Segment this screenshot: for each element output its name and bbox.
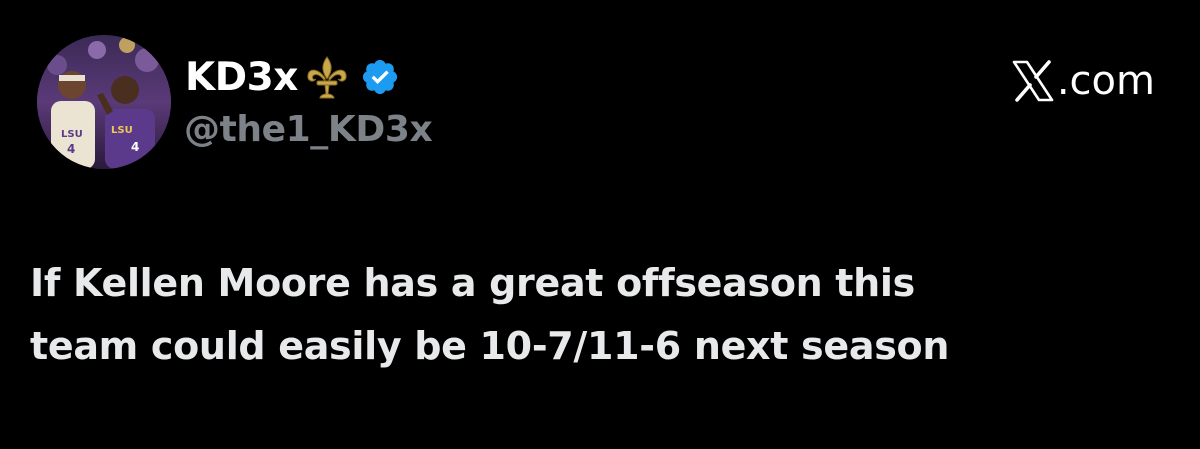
tweet-card: LSU 4 LSU 4 KD3x @the1_KD3x .com If Kell… xyxy=(0,0,1200,449)
tweet-line-2: team could easily be 10-7/11-6 next seas… xyxy=(30,324,950,368)
verified-badge-icon xyxy=(360,57,400,97)
svg-text:4: 4 xyxy=(67,142,75,156)
tweet-text: If Kellen Moore has a great offseason th… xyxy=(30,252,1170,378)
x-logo-icon xyxy=(1011,60,1055,102)
svg-text:4: 4 xyxy=(131,140,139,154)
brand-domain-text: .com xyxy=(1056,58,1155,104)
author-handle[interactable]: @the1_KD3x xyxy=(184,112,433,148)
tweet-line-1: If Kellen Moore has a great offseason th… xyxy=(30,261,915,305)
svg-text:LSU: LSU xyxy=(111,125,133,136)
svg-text:LSU: LSU xyxy=(61,129,83,140)
avatar[interactable]: LSU 4 LSU 4 xyxy=(37,35,171,169)
avatar-image: LSU 4 LSU 4 xyxy=(37,35,171,169)
brand-watermark: .com xyxy=(1011,60,1155,102)
author-row: KD3x xyxy=(185,52,400,102)
display-name[interactable]: KD3x xyxy=(185,58,298,97)
fleur-de-lis-icon xyxy=(304,54,350,100)
